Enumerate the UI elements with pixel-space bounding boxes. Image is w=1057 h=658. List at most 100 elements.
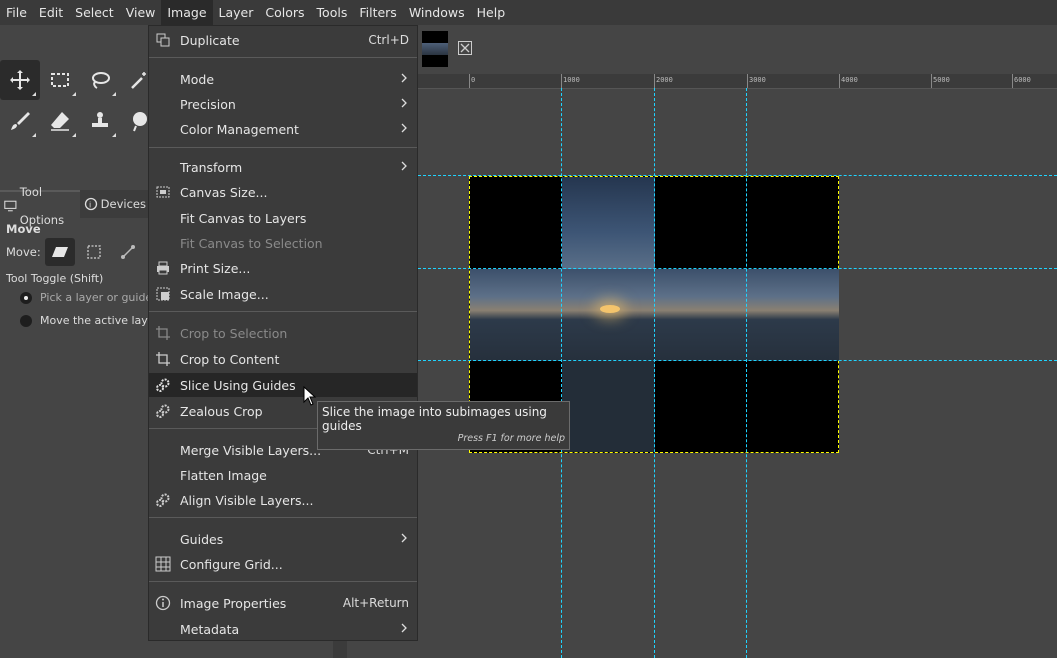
paintbrush-tool[interactable]	[0, 101, 40, 141]
menu-item-slice-using-guides[interactable]: Slice Using Guides	[149, 373, 417, 397]
menu-item-guides[interactable]: Guides	[149, 527, 417, 551]
menu-item-duplicate[interactable]: Duplicate Ctrl+D	[149, 28, 417, 52]
menu-item-scale-image[interactable]: Scale Image...	[149, 282, 417, 306]
menu-item-label: Metadata	[180, 621, 240, 637]
menu-item-align-visible[interactable]: Align Visible Layers...	[149, 488, 417, 512]
menu-item-label: Slice Using Guides	[180, 377, 296, 393]
paintbrush-icon	[11, 112, 30, 130]
menu-item-label: Flatten Image	[180, 467, 267, 483]
menu-item-crop-to-content[interactable]: Crop to Content	[149, 347, 417, 371]
gears-icon	[156, 378, 170, 392]
ruler-tick: 2000	[656, 76, 673, 84]
tab-tool-options[interactable]: Tool Options	[0, 185, 80, 227]
menu-windows[interactable]: Windows	[403, 0, 471, 25]
toolbox	[0, 25, 150, 658]
menu-edit[interactable]: Edit	[33, 0, 69, 25]
rect-select-tool[interactable]	[40, 60, 80, 100]
print-icon	[157, 261, 169, 275]
image-tab-bar	[418, 28, 1057, 72]
menu-item-canvas-size[interactable]: Canvas Size...	[149, 180, 417, 204]
menu-separator	[149, 57, 417, 58]
menu-item-metadata[interactable]: Metadata	[149, 617, 417, 641]
menu-separator	[149, 517, 417, 518]
menu-item-crop-to-selection: Crop to Selection	[149, 321, 417, 345]
clone-stamp-icon	[92, 112, 108, 127]
menu-view[interactable]: View	[120, 0, 162, 25]
menu-file[interactable]: File	[0, 0, 33, 25]
eraser-icon	[51, 112, 69, 131]
tool-toggle-label: Tool Toggle (Shift)	[6, 272, 104, 285]
move-layer-button[interactable]	[44, 238, 75, 266]
menu-item-label: Precision	[180, 96, 236, 112]
crop-icon	[156, 326, 170, 340]
radio-move-active[interactable]: Move the active layer	[20, 314, 159, 327]
guide-vertical[interactable]	[561, 88, 562, 658]
lasso-tool[interactable]	[80, 60, 120, 100]
radio-dot	[20, 291, 32, 304]
image-menu: Duplicate Ctrl+D Mode Precision Color Ma…	[148, 25, 418, 641]
chevron-right-icon	[401, 161, 407, 171]
move-path-button[interactable]	[113, 238, 143, 266]
ruler-tick: 5000	[933, 76, 950, 84]
menu-filters[interactable]: Filters	[353, 0, 402, 25]
menu-select[interactable]: Select	[69, 0, 120, 25]
path-icon	[120, 245, 135, 259]
guide-vertical[interactable]	[654, 88, 655, 658]
close-image-icon[interactable]	[458, 41, 472, 55]
sun-glow	[600, 305, 620, 313]
svg-text:i: i	[89, 201, 91, 210]
clone-tool[interactable]	[80, 101, 120, 141]
tool-options-title: Move	[6, 222, 41, 236]
menu-item-configure-grid[interactable]: Configure Grid...	[149, 552, 417, 576]
menu-item-transform[interactable]: Transform	[149, 155, 417, 179]
radio-dot	[20, 314, 32, 327]
crop-icon	[156, 352, 170, 366]
move-icon	[10, 70, 30, 90]
canvas-size-icon	[156, 186, 170, 198]
menu-item-precision[interactable]: Precision	[149, 92, 417, 116]
toolbox-row-2	[0, 101, 160, 141]
menu-item-fit-canvas-layers[interactable]: Fit Canvas to Layers	[149, 206, 417, 230]
menu-colors[interactable]: Colors	[259, 0, 310, 25]
menu-item-flatten-image[interactable]: Flatten Image	[149, 463, 417, 487]
menu-item-label: Mode	[180, 71, 215, 87]
menu-help[interactable]: Help	[471, 0, 512, 25]
menu-item-label: Image Properties	[180, 595, 287, 611]
tooltip: Slice the image into subimages using gui…	[317, 401, 570, 450]
tab-devices[interactable]: i Devices	[80, 190, 150, 218]
layer-icon	[51, 247, 68, 257]
menu-image[interactable]: Image	[161, 0, 213, 25]
radio-move-active-label: Move the active layer	[40, 314, 160, 327]
menu-item-print-size[interactable]: Print Size...	[149, 256, 417, 280]
radio-pick-layer[interactable]: Pick a layer or guide	[20, 291, 152, 304]
move-selection-button[interactable]	[79, 238, 109, 266]
horizontal-ruler[interactable]: 0 1000 2000 3000 4000 5000 6000	[418, 74, 1057, 89]
guide-horizontal[interactable]	[418, 175, 1057, 176]
menu-item-image-properties[interactable]: Image Properties Alt+Return	[149, 591, 417, 615]
ruler-tick: 3000	[749, 76, 766, 84]
chevron-right-icon	[401, 533, 407, 543]
guide-horizontal[interactable]	[418, 268, 1057, 269]
guide-vertical[interactable]	[746, 88, 747, 658]
menu-item-mode[interactable]: Mode	[149, 67, 417, 91]
menu-item-label: Crop to Selection	[180, 325, 288, 341]
menu-item-label: Fit Canvas to Layers	[180, 210, 307, 226]
move-mode-row: Move:	[6, 238, 143, 266]
menu-item-color-management[interactable]: Color Management	[149, 117, 417, 141]
move-mode-label: Move:	[6, 245, 41, 259]
menu-separator	[149, 311, 417, 312]
menu-tools[interactable]: Tools	[311, 0, 354, 25]
menu-item-accel: Ctrl+D	[368, 33, 409, 47]
gears-icon	[156, 404, 170, 418]
eraser-tool[interactable]	[40, 101, 80, 141]
image-thumbnail[interactable]	[422, 31, 448, 67]
menu-item-label: Duplicate	[180, 32, 240, 48]
menu-item-label: Color Management	[180, 121, 299, 137]
menu-item-label: Zealous Crop	[180, 403, 263, 419]
move-tool[interactable]	[0, 60, 40, 100]
chevron-right-icon	[401, 123, 407, 133]
radio-pick-layer-label: Pick a layer or guide	[40, 291, 153, 304]
menu-layer[interactable]: Layer	[213, 0, 260, 25]
guide-horizontal[interactable]	[418, 360, 1057, 361]
menu-item-label: Print Size...	[180, 260, 251, 276]
